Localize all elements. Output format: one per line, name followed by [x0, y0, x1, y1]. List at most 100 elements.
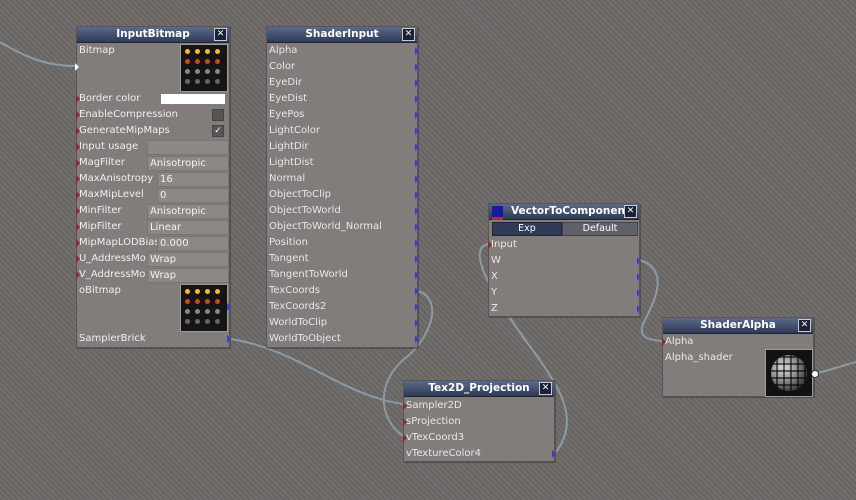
output-row-lightcolor: LightColor: [269, 123, 320, 139]
mipmap-lod-bias-field[interactable]: 0.000: [157, 236, 229, 251]
alpha-shader-output-port[interactable]: [811, 370, 819, 378]
property-row-obitmap[interactable]: oBitmap: [79, 283, 121, 299]
mip-filter-input-port[interactable]: [76, 223, 80, 231]
mipmap-lod-bias-input-port[interactable]: [76, 239, 80, 247]
mag-filter-field[interactable]: Anisotropic: [147, 156, 229, 171]
wire-w-to-alpha[interactable]: [639, 259, 663, 342]
input-input-port[interactable]: [488, 241, 492, 249]
wire-alphashader-offscreen[interactable]: [813, 361, 856, 375]
property-row-mag-filter[interactable]: MagFilter Anisotropic: [79, 155, 229, 171]
max-anisotropy-field[interactable]: 16: [157, 172, 229, 187]
max-mip-level-field[interactable]: 0: [157, 188, 229, 203]
output-label: TexCoords2: [269, 301, 327, 312]
u-address-mode-input-port[interactable]: [76, 255, 80, 263]
alpha-output-port[interactable]: [415, 47, 419, 55]
v-address-mode-field[interactable]: Wrap: [147, 268, 229, 283]
min-filter-input-port[interactable]: [76, 207, 80, 215]
generate-mipmaps-input-port[interactable]: [76, 127, 80, 135]
input-bitmap-node[interactable]: InputBitmap ✕ Bitmap Border color Enable…: [75, 26, 231, 348]
property-row-sampler-brick[interactable]: SamplerBrick: [79, 331, 146, 347]
close-icon[interactable]: ✕: [402, 28, 415, 41]
property-row-input-usage[interactable]: Input usage: [79, 139, 229, 155]
input-usage-input-port[interactable]: [76, 143, 80, 151]
v-address-mode-input-port[interactable]: [76, 271, 80, 279]
sprojection-input-port[interactable]: [403, 418, 407, 426]
close-icon[interactable]: ✕: [539, 382, 552, 395]
wire-offscreen-to-bitmap[interactable]: [0, 41, 77, 67]
lightdir-output-port[interactable]: [415, 143, 419, 151]
world-to-clip-output-port[interactable]: [415, 319, 419, 327]
generate-mipmaps-checkbox[interactable]: ✓: [212, 125, 224, 137]
vector-to-components-node[interactable]: VectorToComponents ✕ Exp Default Input W…: [488, 203, 641, 317]
input-bitmap-title-bar[interactable]: InputBitmap ✕: [77, 27, 229, 43]
shader-input-node[interactable]: ShaderInput ✕ Alpha Color EyeDir EyeDist…: [266, 26, 419, 348]
close-icon[interactable]: ✕: [624, 205, 637, 218]
tex2d-projection-node[interactable]: Tex2D_Projection ✕ Sampler2D sProjection…: [403, 380, 556, 462]
vtexturecolor4-output-port[interactable]: [552, 450, 556, 458]
output-label: W: [491, 255, 501, 266]
eyedir-output-port[interactable]: [415, 79, 419, 87]
property-row-u-address-mode[interactable]: U_AddressMo Wrap: [79, 251, 229, 267]
shader-alpha-node[interactable]: ShaderAlpha ✕ Alpha Alpha_shader: [662, 317, 819, 397]
tab-exp[interactable]: Exp: [492, 222, 562, 236]
enable-compression-input-port[interactable]: [76, 111, 80, 119]
close-icon[interactable]: ✕: [798, 319, 811, 332]
w-output-port[interactable]: [637, 257, 641, 265]
wire-samplerbrick-to-sampler2d[interactable]: [230, 338, 404, 405]
property-row-enable-compression[interactable]: EnableCompression: [79, 107, 227, 123]
mag-filter-input-port[interactable]: [76, 159, 80, 167]
sampler2d-input-port[interactable]: [403, 402, 407, 410]
property-row-max-mip-level[interactable]: MaxMipLevel 0: [79, 187, 229, 203]
border-color-swatch[interactable]: [161, 94, 225, 104]
shader-alpha-title-bar[interactable]: ShaderAlpha ✕: [663, 318, 813, 334]
bitmap-input-port[interactable]: [75, 63, 79, 71]
sampler-brick-output-port[interactable]: [227, 335, 231, 343]
alpha-input-port[interactable]: [662, 338, 666, 346]
object-to-world-normal-output-port[interactable]: [415, 223, 419, 231]
property-row-mipmap-lod-bias[interactable]: MipMapLODBias 0.000: [79, 235, 229, 251]
max-anisotropy-input-port[interactable]: [76, 175, 80, 183]
min-filter-field[interactable]: Anisotropic: [147, 204, 229, 219]
lightdist-output-port[interactable]: [415, 159, 419, 167]
property-row-min-filter[interactable]: MinFilter Anisotropic: [79, 203, 229, 219]
vtexcoord3-input-port[interactable]: [403, 434, 407, 442]
tangent-to-world-output-port[interactable]: [415, 271, 419, 279]
property-row-max-anisotropy[interactable]: MaxAnisotropy 16: [79, 171, 229, 187]
eyedist-output-port[interactable]: [415, 95, 419, 103]
input-row-alpha: Alpha: [665, 334, 693, 350]
texcoords-output-port[interactable]: [415, 287, 419, 295]
tangent-output-port[interactable]: [415, 255, 419, 263]
tex2d-projection-title-bar[interactable]: Tex2D_Projection ✕: [404, 381, 554, 397]
world-to-object-output-port[interactable]: [415, 335, 419, 343]
property-row-generate-mipmaps[interactable]: GenerateMipMaps ✓: [79, 123, 227, 139]
tab-default[interactable]: Default: [562, 222, 638, 236]
close-icon[interactable]: ✕: [214, 28, 227, 41]
object-to-world-output-port[interactable]: [415, 207, 419, 215]
property-label: Border color: [79, 93, 141, 104]
lightcolor-output-port[interactable]: [415, 127, 419, 135]
mip-filter-field[interactable]: Linear: [147, 220, 229, 235]
output-row-object-to-world-normal: ObjectToWorld_Normal: [269, 219, 382, 235]
property-row-border-color[interactable]: Border color: [79, 91, 227, 107]
enable-compression-checkbox[interactable]: [212, 109, 224, 121]
object-to-clip-output-port[interactable]: [415, 191, 419, 199]
border-color-input-port[interactable]: [76, 95, 80, 103]
max-mip-level-input-port[interactable]: [76, 191, 80, 199]
property-row-v-address-mode[interactable]: V_AddressMo Wrap: [79, 267, 229, 283]
eyepos-output-port[interactable]: [415, 111, 419, 119]
y-output-port[interactable]: [637, 289, 641, 297]
normal-output-port[interactable]: [415, 175, 419, 183]
property-row-mip-filter[interactable]: MipFilter Linear: [79, 219, 229, 235]
output-row-world-to-object: WorldToObject: [269, 331, 341, 347]
u-address-mode-field[interactable]: Wrap: [147, 252, 229, 267]
vector-to-components-title-bar[interactable]: VectorToComponents ✕: [489, 204, 639, 220]
color-output-port[interactable]: [415, 63, 419, 71]
x-output-port[interactable]: [637, 273, 641, 281]
input-usage-field[interactable]: [147, 140, 229, 155]
z-output-port[interactable]: [637, 305, 641, 313]
position-output-port[interactable]: [415, 239, 419, 247]
obitmap-output-port[interactable]: [227, 303, 231, 311]
texcoords2-output-port[interactable]: [415, 303, 419, 311]
property-row-bitmap[interactable]: Bitmap: [79, 43, 115, 59]
shader-input-title-bar[interactable]: ShaderInput ✕: [267, 27, 417, 43]
